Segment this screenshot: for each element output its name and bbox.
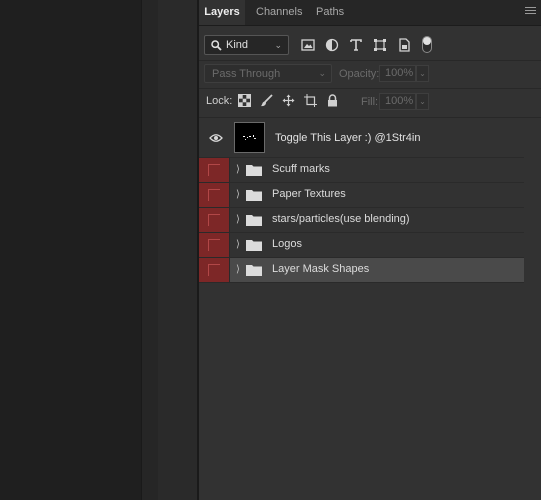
hidden-visibility-toggle[interactable]: [199, 208, 230, 232]
chevron-right-icon[interactable]: ⟩: [236, 239, 244, 251]
tab-paths[interactable]: Paths: [316, 0, 344, 25]
folder-icon: [246, 165, 262, 176]
adjustment-filter-icon[interactable]: [325, 38, 339, 52]
smart-object-filter-icon[interactable]: [397, 38, 411, 52]
divider: [199, 117, 541, 118]
hidden-visibility-toggle[interactable]: [199, 233, 230, 257]
chevron-down-icon: ⌄: [318, 68, 326, 78]
chevron-right-icon[interactable]: ⟩: [236, 189, 244, 201]
divider: [199, 88, 541, 89]
layer-group-row[interactable]: ⟩ stars/particles(use blending): [199, 208, 524, 233]
chevron-right-icon[interactable]: ⟩: [236, 164, 244, 176]
layer-name[interactable]: Toggle This Layer :) @1Str4in: [275, 132, 420, 144]
divider: [199, 60, 541, 61]
folder-icon: [246, 190, 262, 201]
folder-icon: [246, 215, 262, 226]
folder-icon: [246, 265, 262, 276]
layers-scrollbar[interactable]: [524, 157, 541, 500]
type-filter-icon[interactable]: [349, 38, 363, 52]
lock-transparent-pixels-icon[interactable]: [238, 94, 251, 107]
chevron-right-icon[interactable]: ⟩: [236, 264, 244, 276]
chevron-right-icon[interactable]: ⟩: [236, 214, 244, 226]
opacity-chevron-icon[interactable]: ⌄: [416, 65, 429, 82]
lock-all-icon[interactable]: [326, 94, 339, 107]
lock-position-move-icon[interactable]: [282, 94, 295, 107]
filter-kind-label: Kind: [226, 39, 249, 51]
panel-dock-gutter: [158, 0, 197, 500]
layer-group-name[interactable]: Paper Textures: [272, 188, 346, 200]
document-canvas-area: [0, 0, 141, 500]
layer-row-toggle[interactable]: Toggle This Layer :) @1Str4in: [199, 120, 524, 158]
layer-thumbnail[interactable]: [234, 122, 265, 153]
layer-group-row-selected[interactable]: ⟩ Layer Mask Shapes: [199, 258, 524, 283]
layer-group-row[interactable]: ⟩ Scuff marks: [199, 158, 524, 183]
layer-group-name[interactable]: stars/particles(use blending): [272, 213, 410, 225]
lock-image-pixels-brush-icon[interactable]: [260, 94, 273, 107]
layer-group-name[interactable]: Logos: [272, 238, 302, 250]
fill-label: Fill:: [361, 96, 379, 108]
lock-artboard-icon[interactable]: [304, 94, 317, 107]
layers-panel: Layers Channels Paths Kind ⌄ Pass Throug…: [199, 0, 541, 500]
blend-mode-select[interactable]: Pass Through ⌄: [204, 64, 332, 83]
layer-group-name[interactable]: Layer Mask Shapes: [272, 263, 369, 275]
filter-toggle-switch[interactable]: [422, 36, 432, 53]
toolbar-collapsed-strip: [141, 0, 159, 500]
layer-group-row[interactable]: ⟩ Logos: [199, 233, 524, 258]
search-icon: [211, 40, 222, 51]
tab-layers[interactable]: Layers: [199, 0, 245, 25]
layer-group-name[interactable]: Scuff marks: [272, 163, 330, 175]
folder-icon: [246, 240, 262, 251]
fill-input[interactable]: 100%: [379, 93, 416, 110]
layer-group-row[interactable]: ⟩ Paper Textures: [199, 183, 524, 208]
blend-mode-value: Pass Through: [212, 68, 281, 80]
opacity-input[interactable]: 100%: [379, 65, 416, 82]
hidden-visibility-toggle[interactable]: [199, 183, 230, 207]
tab-channels[interactable]: Channels: [256, 0, 302, 25]
panel-menu-icon[interactable]: [525, 7, 536, 16]
thumbnail-content-icon: [243, 135, 256, 140]
fill-chevron-icon[interactable]: ⌄: [416, 93, 429, 110]
eye-visibility-icon[interactable]: [209, 133, 223, 143]
filter-kind-select[interactable]: Kind ⌄: [204, 35, 289, 55]
opacity-label: Opacity:: [339, 68, 380, 80]
image-filter-icon[interactable]: [301, 38, 315, 52]
chevron-down-icon: ⌄: [274, 40, 282, 50]
hidden-visibility-toggle[interactable]: [199, 258, 230, 282]
hidden-visibility-toggle[interactable]: [199, 158, 230, 182]
lock-label: Lock:: [206, 95, 233, 107]
panel-tab-bar: Layers Channels Paths: [199, 0, 541, 26]
shape-filter-icon[interactable]: [373, 38, 387, 52]
